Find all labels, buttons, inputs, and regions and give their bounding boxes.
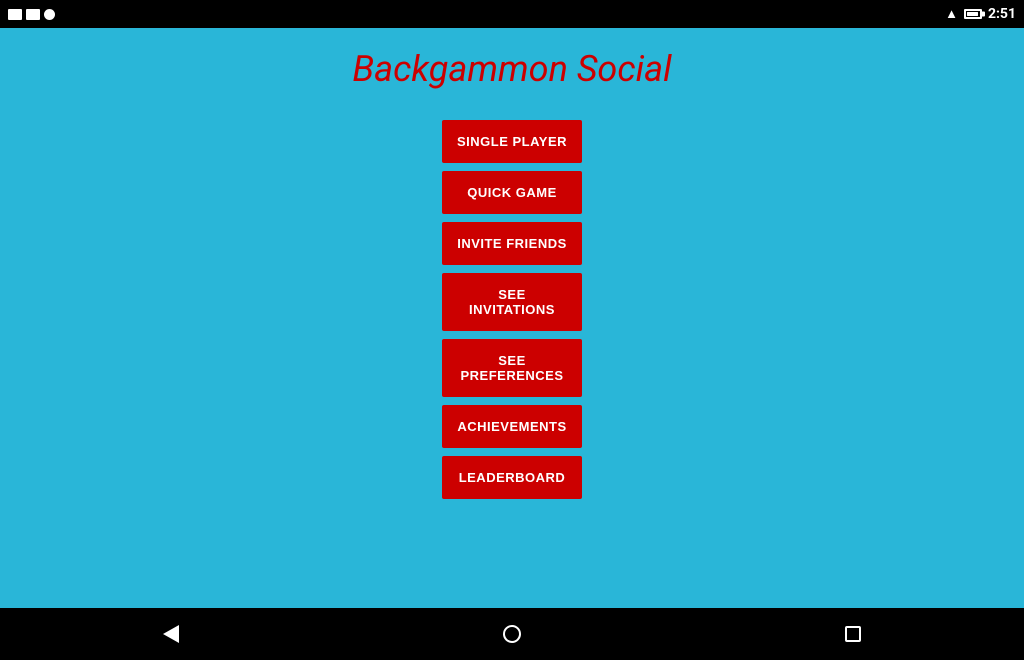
notification-icon-3 bbox=[44, 9, 55, 20]
app-title: Backgammon Social bbox=[352, 48, 671, 90]
menu-buttons: SINGLE PLAYER QUICK GAME INVITE FRIENDS … bbox=[0, 120, 1024, 550]
back-icon bbox=[163, 625, 179, 643]
status-bar-left bbox=[8, 9, 55, 20]
battery-icon bbox=[964, 9, 982, 19]
status-bar: ▲ 2:51 bbox=[0, 0, 1024, 28]
home-icon bbox=[503, 625, 521, 643]
invite-friends-button[interactable]: INVITE FRIENDS bbox=[442, 222, 582, 265]
single-player-button[interactable]: SINGLE PLAYER bbox=[442, 120, 582, 163]
notification-icon-1 bbox=[8, 9, 22, 20]
see-invitations-button[interactable]: SEE INVITATIONS bbox=[442, 273, 582, 331]
quick-game-button[interactable]: QUICK GAME bbox=[442, 171, 582, 214]
notification-icon-2 bbox=[26, 9, 40, 20]
home-button[interactable] bbox=[487, 609, 537, 659]
status-bar-right: ▲ 2:51 bbox=[945, 6, 1016, 22]
time-display: 2:51 bbox=[988, 6, 1016, 22]
back-button[interactable] bbox=[146, 609, 196, 659]
wifi-icon: ▲ bbox=[945, 6, 958, 22]
leaderboard-button[interactable]: LEADERBOARD bbox=[442, 456, 582, 499]
achievements-button[interactable]: ACHIEVEMENTS bbox=[442, 405, 582, 448]
nav-bar bbox=[0, 608, 1024, 660]
main-content: Backgammon Social SINGLE PLAYER QUICK GA… bbox=[0, 28, 1024, 608]
recent-apps-button[interactable] bbox=[828, 609, 878, 659]
see-preferences-button[interactable]: SEE PREFERENCES bbox=[442, 339, 582, 397]
